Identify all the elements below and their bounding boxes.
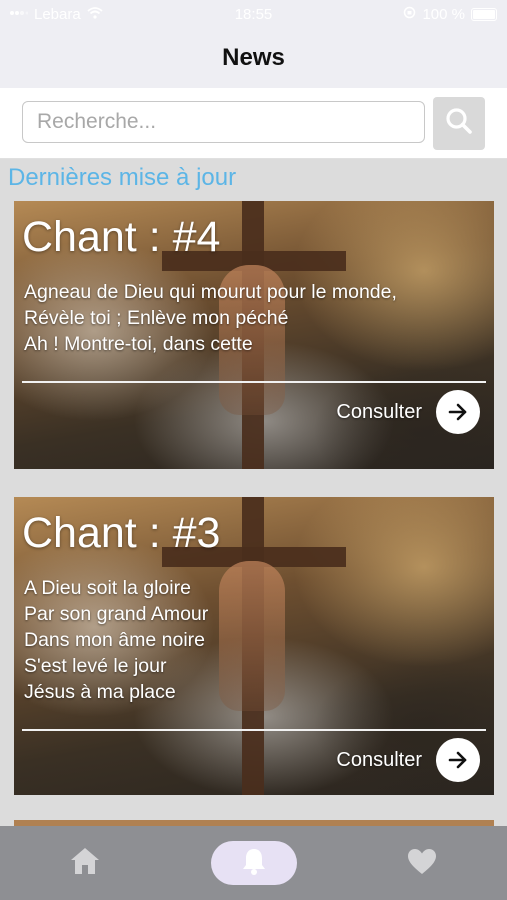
card-divider bbox=[22, 381, 486, 383]
consult-button[interactable]: Consulter bbox=[336, 738, 480, 782]
page-title: News bbox=[222, 44, 285, 71]
search-button[interactable] bbox=[433, 97, 485, 150]
card-title: Chant : #3 bbox=[22, 509, 221, 557]
status-bar: Lebara 18:55 100 % bbox=[0, 0, 507, 30]
search-icon bbox=[444, 106, 474, 141]
excerpt-line: Jésus à ma place bbox=[24, 681, 176, 703]
excerpt-line: S'est levé le jour bbox=[24, 655, 167, 677]
lock-rotation-icon bbox=[403, 6, 416, 23]
navigation-bar: News bbox=[0, 30, 507, 88]
excerpt-line: Révèle toi ; Enlève mon péché bbox=[24, 307, 289, 329]
bell-icon bbox=[240, 846, 268, 881]
excerpt-line: Agneau de Dieu qui mourut pour le monde, bbox=[24, 281, 397, 303]
battery-icon bbox=[471, 8, 497, 21]
arrow-right-icon[interactable] bbox=[436, 390, 480, 434]
tab-favorites[interactable] bbox=[377, 826, 467, 900]
tab-news[interactable] bbox=[211, 826, 297, 900]
card-divider bbox=[22, 729, 486, 731]
excerpt-line: Dans mon âme noire bbox=[24, 629, 206, 651]
song-card[interactable]: Chant : #4 Agneau de Dieu qui mourut pou… bbox=[14, 201, 494, 469]
excerpt-line: A Dieu soit la gloire bbox=[24, 577, 191, 599]
home-icon bbox=[68, 845, 102, 882]
battery-label: 100 % bbox=[422, 6, 465, 23]
tab-home[interactable] bbox=[40, 826, 130, 900]
excerpt-line: Par son grand Amour bbox=[24, 603, 209, 625]
card-title: Chant : #4 bbox=[22, 213, 221, 261]
heart-icon bbox=[406, 847, 438, 880]
search-input[interactable] bbox=[22, 101, 425, 143]
song-card[interactable]: Chant : #3 A Dieu soit la gloire Par son… bbox=[14, 497, 494, 795]
section-title: Dernières mise à jour bbox=[8, 164, 237, 191]
consult-label: Consulter bbox=[336, 748, 422, 771]
consult-label: Consulter bbox=[336, 400, 422, 423]
arrow-right-icon[interactable] bbox=[436, 738, 480, 782]
consult-button[interactable]: Consulter bbox=[336, 390, 480, 434]
tab-bar bbox=[0, 826, 507, 900]
card-excerpt: A Dieu soit la gloire Par son grand Amou… bbox=[24, 575, 208, 705]
card-excerpt: Agneau de Dieu qui mourut pour le monde,… bbox=[24, 279, 397, 357]
active-tab-indicator bbox=[211, 841, 297, 885]
excerpt-line: Ah ! Montre-toi, dans cette bbox=[24, 333, 253, 355]
search-bar bbox=[0, 88, 507, 159]
